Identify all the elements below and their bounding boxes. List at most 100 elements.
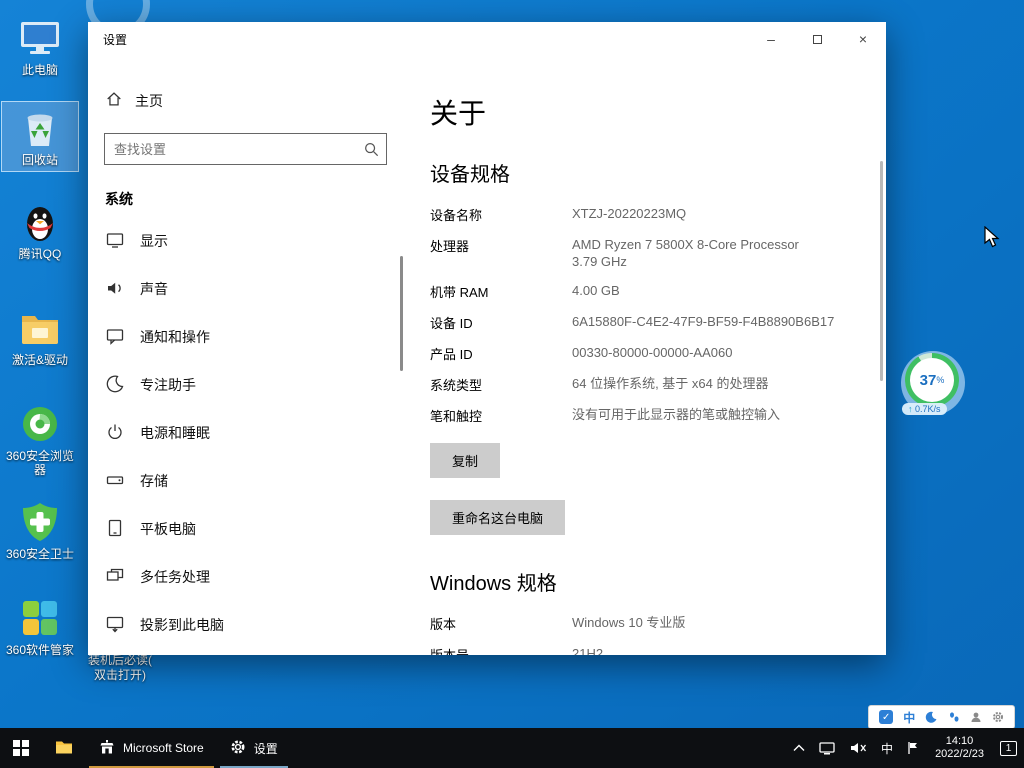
icon-label: 腾讯QQ [19,247,62,261]
folder-icon [18,306,62,350]
content-scrollbar[interactable] [880,161,883,381]
sidebar-item-sound[interactable]: 声音 [88,269,403,309]
tray-toolbar-popup: ✓ 中 [868,705,1015,729]
desktop-icon-readme-label[interactable]: 装机后必读( 双击打开) [84,653,156,683]
sound-icon [105,278,125,301]
flag-tray-icon[interactable] [900,728,926,768]
project-icon [105,614,125,637]
desktop: 此电脑 回收站 腾讯QQ 激活&驱动 360安全浏览器 360安全卫士 [0,0,1024,768]
notifications-icon [105,326,125,349]
storage-icon [105,470,125,493]
desktop-icon-qq[interactable]: 腾讯QQ [2,196,78,265]
360-shield-icon [18,500,62,544]
search-icon[interactable] [356,141,386,157]
sidebar-item-power-sleep[interactable]: 电源和睡眠 [88,413,403,453]
action-center-button[interactable]: 1 [993,728,1024,768]
taskbar: Microsoft Store 设置 中 14:10 20 [0,728,1024,768]
maximize-icon [813,35,822,44]
gear-icon [230,739,246,758]
sidebar-item-tablet[interactable]: 平板电脑 [88,509,403,549]
sidebar-item-storage[interactable]: 存储 [88,461,403,501]
window-title: 设置 [103,31,127,48]
windows-logo-icon [13,740,29,756]
microsoft-store-button[interactable]: Microsoft Store [86,728,217,768]
power-icon [105,422,125,445]
spec-row-ram: 机带 RAM 4.00 GB [430,282,838,301]
this-pc-icon [18,16,62,60]
moon-icon [105,374,125,397]
store-icon [99,739,115,758]
gear-small-icon[interactable] [992,711,1004,723]
minimize-button[interactable]: – [748,22,794,56]
net-speed-widget[interactable]: 37% ↑ 0.7K/s [901,351,965,415]
desktop-icon-360-browser[interactable]: 360安全浏览器 [2,398,78,481]
folder-explorer-icon [55,739,73,758]
rename-pc-button[interactable]: 重命名这台电脑 [430,500,565,535]
close-button[interactable]: × [840,22,886,56]
icon-label: 360安全浏览器 [4,449,76,477]
spec-row-system-type: 系统类型 64 位操作系统, 基于 x64 的处理器 [430,375,838,394]
icon-label: 激活&驱动 [12,353,68,367]
titlebar[interactable]: 设置 – × [88,22,886,56]
desktop-icon-recycle-bin[interactable]: 回收站 [2,102,78,171]
clock-time: 14:10 [946,735,974,748]
windows-spec-heading: Windows 规格 [430,567,838,596]
clock-date: 2022/2/23 [935,748,984,761]
footprint-icon[interactable] [948,711,960,723]
sidebar-item-focus-assist[interactable]: 专注助手 [88,365,403,405]
icon-label: 回收站 [22,153,58,167]
360-manager-icon [18,596,62,640]
sidebar-item-multitasking[interactable]: 多任务处理 [88,557,403,597]
icon-label: 360安全卫士 [6,547,74,561]
display-icon [105,230,125,253]
spec-row-pen-touch: 笔和触控 没有可用于此显示器的笔或触控输入 [430,406,838,425]
settings-search [104,133,387,165]
tablet-icon [105,518,125,541]
desktop-icon-activation-driver[interactable]: 激活&驱动 [2,302,78,371]
maximize-button[interactable] [794,22,840,56]
spec-row-processor: 处理器 AMD Ryzen 7 5800X 8-Core Processor 3… [430,236,838,270]
desktop-icon-this-pc[interactable]: 此电脑 [2,12,78,81]
device-spec-heading: 设备规格 [430,158,838,187]
settings-taskbar-button[interactable]: 设置 [217,728,291,768]
page-title: 关于 [430,92,838,132]
settings-taskbar-label: 设置 [254,740,278,757]
spec-row-product-id: 产品 ID 00330-80000-00000-AA060 [430,344,838,363]
spec-row-version: 版本号 21H2 [430,645,838,655]
qq-penguin-icon [18,200,62,244]
home-label: 主页 [135,91,163,111]
start-button[interactable] [0,728,42,768]
about-page: 关于 设备规格 设备名称 XTZJ-20220223MQ 处理器 AMD Ryz… [403,56,886,655]
tray-chevron-up[interactable] [786,728,812,768]
widget-percent: 37% [910,358,954,402]
file-explorer-button[interactable] [42,728,86,768]
check-icon[interactable]: ✓ [879,710,893,724]
widget-speed: ↑ 0.7K/s [902,403,947,415]
taskbar-clock[interactable]: 14:10 2022/2/23 [926,728,993,768]
network-icon[interactable] [812,728,842,768]
ime-indicator[interactable]: 中 [874,728,900,768]
user-icon[interactable] [970,711,982,723]
copy-button[interactable]: 复制 [430,443,500,478]
icon-label: 此电脑 [22,63,58,77]
moon-mode-icon[interactable] [925,711,937,723]
sidebar-section-system: 系统 [88,165,403,221]
desktop-icon-360-manager[interactable]: 360软件管家 [2,592,78,661]
sidebar-home[interactable]: 主页 [88,84,403,117]
search-input[interactable] [105,142,356,157]
sidebar-item-notifications[interactable]: 通知和操作 [88,317,403,357]
spec-row-device-id: 设备 ID 6A15880F-C4E2-47F9-BF59-F4B8890B6B… [430,313,838,332]
sidebar-item-projecting[interactable]: 投影到此电脑 [88,605,403,645]
mouse-cursor [984,226,1002,250]
desktop-icon-360-guard[interactable]: 360安全卫士 [2,496,78,565]
home-icon [105,90,123,111]
settings-sidebar: 主页 系统 显示 声音 [88,56,403,655]
icon-label: 360软件管家 [6,643,74,657]
widget-ring: 37% [905,353,959,407]
volume-muted-icon[interactable] [842,728,874,768]
spec-row-device-name: 设备名称 XTZJ-20220223MQ [430,205,838,224]
360-browser-icon [18,402,62,446]
spec-row-edition: 版本 Windows 10 专业版 [430,614,838,633]
ime-popup-icon[interactable]: 中 [903,709,915,726]
sidebar-item-display[interactable]: 显示 [88,221,403,261]
